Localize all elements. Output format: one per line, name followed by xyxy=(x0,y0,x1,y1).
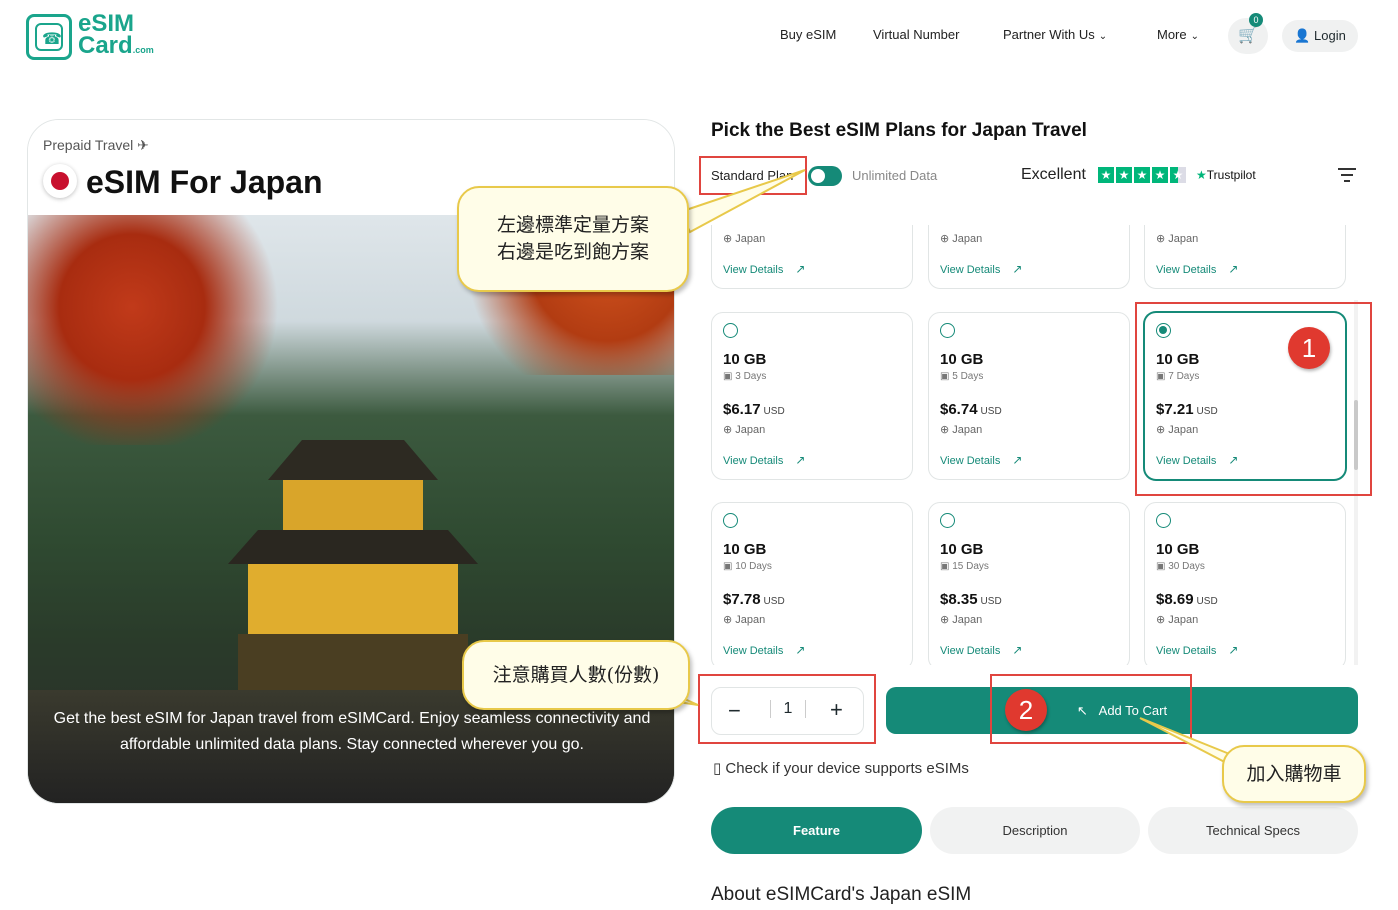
annotation-pointers xyxy=(658,169,1243,773)
annotation-marker-1: 1 xyxy=(1288,327,1330,369)
annotation-marker-2: 2 xyxy=(1005,689,1047,731)
annotation-bubble-add-to-cart: 加入購物車 xyxy=(1222,745,1366,803)
annotation-bubble-plan-type: 左邊標準定量方案 右邊是吃到飽方案 xyxy=(457,186,689,292)
annotation-bubble-quantity: 注意購買人數(份數) xyxy=(462,640,690,710)
